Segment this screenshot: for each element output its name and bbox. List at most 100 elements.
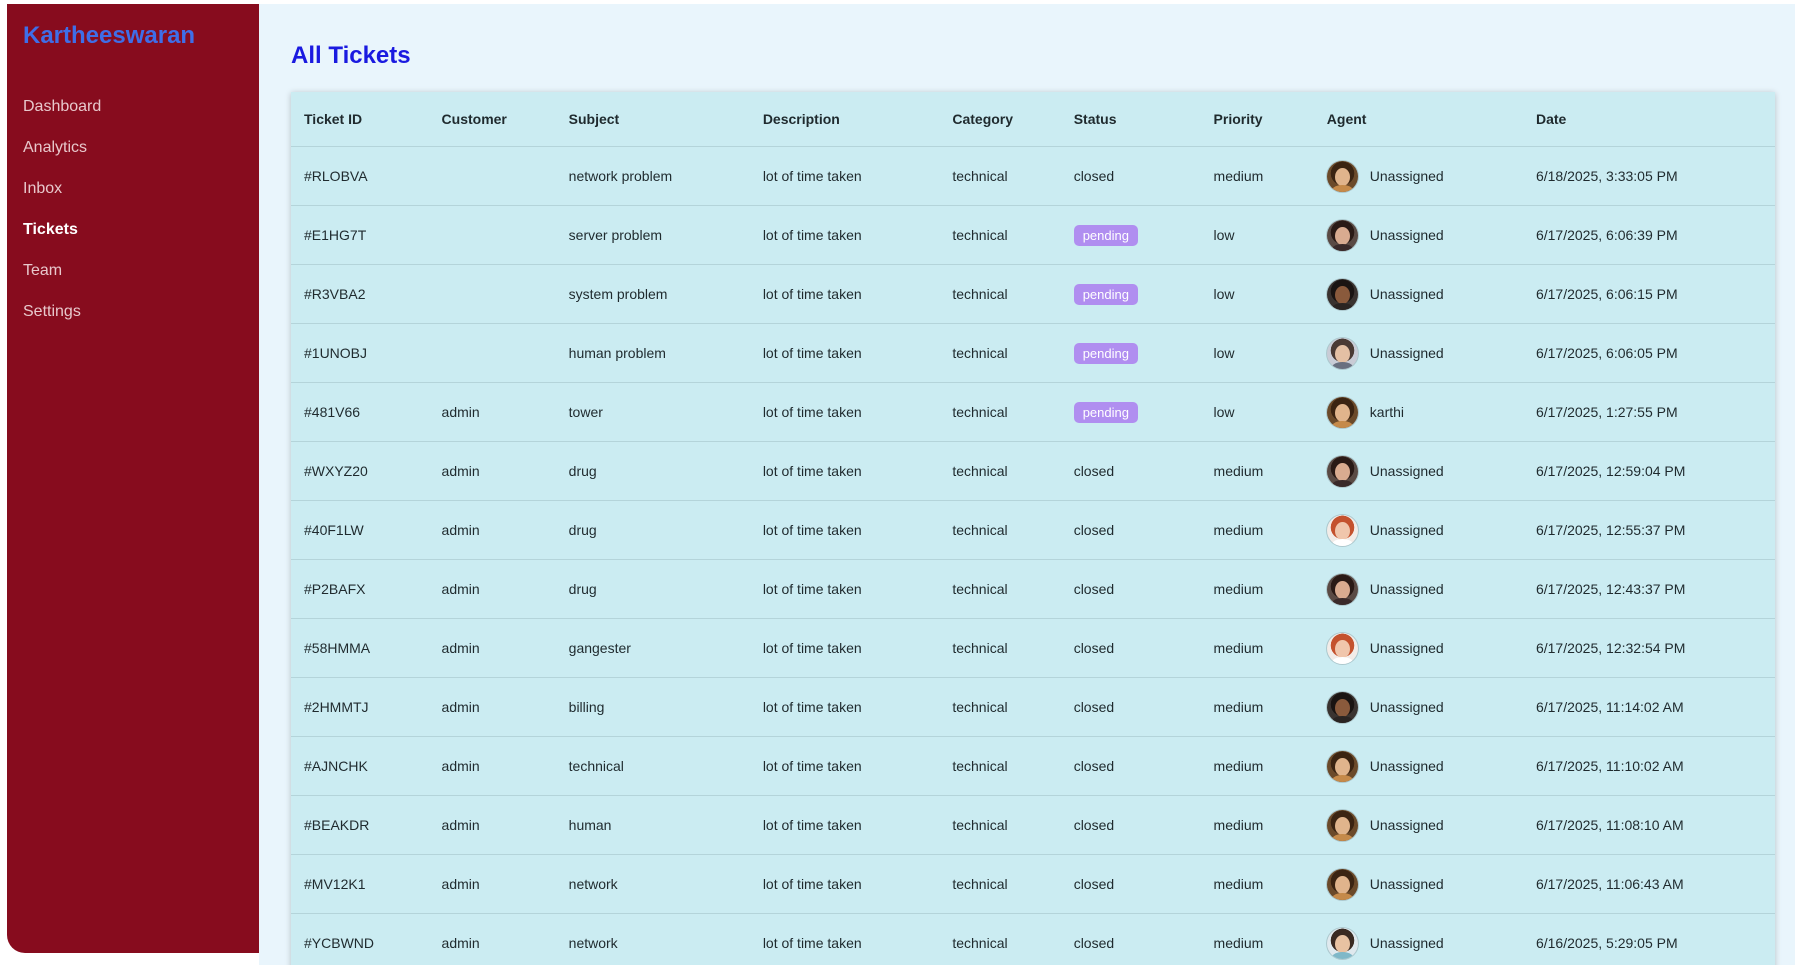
avatar-face-shape <box>1334 226 1350 245</box>
avatar-face-shape <box>1334 698 1350 717</box>
cell-subject: network problem <box>555 146 750 206</box>
cell-status: closed <box>1060 146 1201 206</box>
cell-category: technical <box>939 146 1061 206</box>
cell-description: lot of time taken <box>749 323 940 383</box>
column-header-date[interactable]: Date <box>1522 92 1775 147</box>
column-header-priority[interactable]: Priority <box>1200 92 1314 147</box>
cell-date: 6/17/2025, 11:14:02 AM <box>1522 677 1775 737</box>
cell-agent: Unassigned <box>1313 618 1523 678</box>
table-row[interactable]: #1UNOBJ human problem lot of time taken tec… <box>291 323 1775 383</box>
cell-date: 6/17/2025, 12:43:37 PM <box>1522 559 1775 619</box>
cell-agent: Unassigned <box>1313 736 1523 796</box>
cell-priority: low <box>1200 323 1314 383</box>
table-row[interactable]: #BEAKDR admin human lot of time taken techni… <box>291 795 1775 855</box>
cell-status: closed <box>1060 736 1201 796</box>
table-row[interactable]: #RLOBVA network problem lot of time taken t… <box>291 146 1775 206</box>
cell-status: closed <box>1060 500 1201 560</box>
cell-agent: Unassigned <box>1313 205 1523 265</box>
avatar <box>1326 514 1358 546</box>
cell-status: pending <box>1060 323 1201 383</box>
table-row[interactable]: #YCBWND admin network lot of time taken tech… <box>291 913 1775 965</box>
cell-agent: Unassigned <box>1313 559 1523 619</box>
cell-agent: Unassigned <box>1313 677 1523 737</box>
cell-description: lot of time taken <box>749 677 940 737</box>
column-header-category[interactable]: Category <box>939 92 1061 147</box>
cell-category: technical <box>939 441 1061 501</box>
avatar-face-shape <box>1334 285 1350 304</box>
cell-category: technical <box>939 736 1061 796</box>
sidebar-item-settings[interactable]: Settings <box>23 299 101 340</box>
avatar <box>1326 691 1358 723</box>
table-row[interactable]: #58HMMA admin gangester lot of time taken te… <box>291 618 1775 678</box>
avatar <box>1326 868 1358 900</box>
status-text: closed <box>1073 817 1115 833</box>
cell-agent: Unassigned <box>1313 795 1523 855</box>
cell-description: lot of time taken <box>749 854 940 914</box>
cell-date: 6/16/2025, 5:29:05 PM <box>1522 913 1775 965</box>
agent-info: Unassigned <box>1326 855 1523 913</box>
cell-status: closed <box>1060 441 1201 501</box>
column-header-subject[interactable]: Subject <box>555 92 750 147</box>
cell-date: 6/17/2025, 11:10:02 AM <box>1522 736 1775 796</box>
cell-category: technical <box>939 264 1061 324</box>
cell-subject: system problem <box>555 264 750 324</box>
sidebar-item-team[interactable]: Team <box>23 258 101 299</box>
cell-customer <box>428 323 556 383</box>
table-row[interactable]: #2HMMTJ admin billing lot of time taken tech… <box>291 677 1775 737</box>
cell-subject: network <box>555 854 750 914</box>
sidebar-nav: Dashboard Analytics Inbox Tickets Team S… <box>23 94 101 340</box>
cell-description: lot of time taken <box>749 382 940 442</box>
column-header-agent[interactable]: Agent <box>1313 92 1523 147</box>
cell-agent: Unassigned <box>1313 854 1523 914</box>
cell-description: lot of time taken <box>749 736 940 796</box>
avatar <box>1326 455 1358 487</box>
cell-description: lot of time taken <box>749 205 940 265</box>
cell-status: closed <box>1060 677 1201 737</box>
cell-category: technical <box>939 913 1061 965</box>
table-row[interactable]: #481V66 admin tower lot of time taken techni… <box>291 382 1775 442</box>
cell-ticket-id: #481V66 <box>291 382 429 442</box>
column-header-status[interactable]: Status <box>1060 92 1201 147</box>
sidebar: Kartheeswaran Dashboard Analytics Inbox … <box>7 4 259 953</box>
agent-name: Unassigned <box>1369 758 1444 774</box>
table-row[interactable]: #MV12K1 admin network lot of time taken tech… <box>291 854 1775 914</box>
cell-date: 6/17/2025, 12:32:54 PM <box>1522 618 1775 678</box>
main-content: All Tickets Ticket ID Customer Subject Desc… <box>259 4 1795 965</box>
sidebar-item-tickets[interactable]: Tickets <box>23 217 101 258</box>
status-text: closed <box>1073 935 1115 951</box>
cell-status: pending <box>1060 205 1201 265</box>
table-row[interactable]: #40F1LW admin drug lot of time taken technic… <box>291 500 1775 560</box>
agent-info: Unassigned <box>1326 914 1523 965</box>
agent-name: Unassigned <box>1369 581 1444 597</box>
avatar-face-shape <box>1334 875 1350 894</box>
column-header-description[interactable]: Description <box>749 92 940 147</box>
avatar-face-shape <box>1334 580 1350 599</box>
avatar <box>1326 750 1358 782</box>
column-header-ticket-id[interactable]: Ticket ID <box>291 92 429 147</box>
cell-description: lot of time taken <box>749 500 940 560</box>
cell-priority: medium <box>1200 559 1314 619</box>
sidebar-item-inbox[interactable]: Inbox <box>23 176 101 217</box>
agent-name: Unassigned <box>1369 817 1444 833</box>
cell-subject: server problem <box>555 205 750 265</box>
agent-info: karthi <box>1326 383 1523 441</box>
tickets-table: Ticket ID Customer Subject Description Categ… <box>291 92 1775 965</box>
cell-date: 6/17/2025, 6:06:15 PM <box>1522 264 1775 324</box>
sidebar-item-analytics[interactable]: Analytics <box>23 135 101 176</box>
table-row[interactable]: #E1HG7T server problem lot of time taken te… <box>291 205 1775 265</box>
cell-ticket-id: #RLOBVA <box>291 146 429 206</box>
cell-customer <box>428 205 556 265</box>
cell-subject: drug <box>555 441 750 501</box>
column-header-customer[interactable]: Customer <box>428 92 556 147</box>
table-row[interactable]: #P2BAFX admin drug lot of time taken technic… <box>291 559 1775 619</box>
agent-name: Unassigned <box>1369 168 1444 184</box>
table-row[interactable]: #WXYZ20 admin drug lot of time taken technic… <box>291 441 1775 501</box>
table-row[interactable]: #R3VBA2 system problem lot of time taken te… <box>291 264 1775 324</box>
cell-agent: Unassigned <box>1313 913 1523 965</box>
brand-title[interactable]: Kartheeswaran <box>23 22 195 50</box>
avatar-face-shape <box>1334 934 1350 953</box>
status-badge: pending <box>1073 401 1138 423</box>
table-row[interactable]: #AJNCHK admin technical lot of time taken te… <box>291 736 1775 796</box>
avatar <box>1326 219 1358 251</box>
sidebar-item-dashboard[interactable]: Dashboard <box>23 94 101 135</box>
